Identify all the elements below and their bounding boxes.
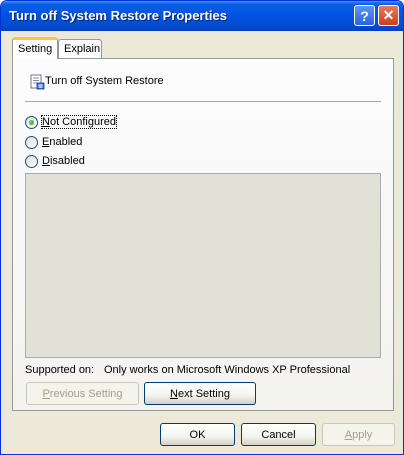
supported-on-value: Only works on Microsoft Windows XP Profe… bbox=[104, 364, 351, 376]
radio-not-configured[interactable]: Not Configured bbox=[25, 114, 117, 130]
properties-dialog: Turn off System Restore Properties ? ✕ S… bbox=[0, 0, 404, 455]
help-button[interactable]: ? bbox=[354, 5, 375, 26]
tab-setting[interactable]: Setting bbox=[12, 37, 58, 59]
policy-setting-icon bbox=[30, 74, 45, 90]
radio-circle[interactable] bbox=[25, 115, 38, 129]
title-bar[interactable]: Turn off System Restore Properties ? ✕ bbox=[1, 1, 403, 31]
close-button[interactable]: ✕ bbox=[378, 5, 399, 26]
tab-explain[interactable]: Explain bbox=[58, 39, 102, 59]
radio-not-configured-label: Not Configured bbox=[41, 115, 117, 129]
radio-disabled-label: Disabled bbox=[42, 155, 85, 167]
supported-on-label: Supported on: bbox=[25, 364, 95, 376]
policy-name: Turn off System Restore bbox=[45, 75, 164, 87]
radio-enabled-label: Enabled bbox=[42, 136, 83, 148]
tab-explain-label: Explain bbox=[64, 43, 101, 55]
cancel-button[interactable]: Cancel bbox=[241, 423, 316, 446]
close-icon: ✕ bbox=[382, 7, 395, 23]
radio-disabled[interactable]: Disabled bbox=[25, 153, 85, 169]
previous-setting-button[interactable]: Previous Setting bbox=[26, 382, 139, 405]
next-setting-button[interactable]: Next Setting bbox=[144, 382, 256, 405]
options-area bbox=[25, 173, 381, 358]
window-title: Turn off System Restore Properties bbox=[9, 8, 227, 23]
radio-enabled[interactable]: Enabled bbox=[25, 134, 82, 150]
separator bbox=[25, 101, 381, 102]
setting-panel: Turn off System Restore Not Configured E… bbox=[12, 58, 394, 411]
help-icon: ? bbox=[360, 7, 369, 24]
ok-button[interactable]: OK bbox=[160, 423, 235, 446]
supported-on: Supported on: Only works on Microsoft Wi… bbox=[25, 364, 350, 376]
radio-circle[interactable] bbox=[25, 135, 38, 149]
tab-setting-label: Setting bbox=[18, 43, 53, 55]
radio-circle[interactable] bbox=[25, 154, 38, 168]
radio-selected-dot bbox=[29, 119, 34, 125]
apply-button[interactable]: Apply bbox=[322, 423, 395, 446]
